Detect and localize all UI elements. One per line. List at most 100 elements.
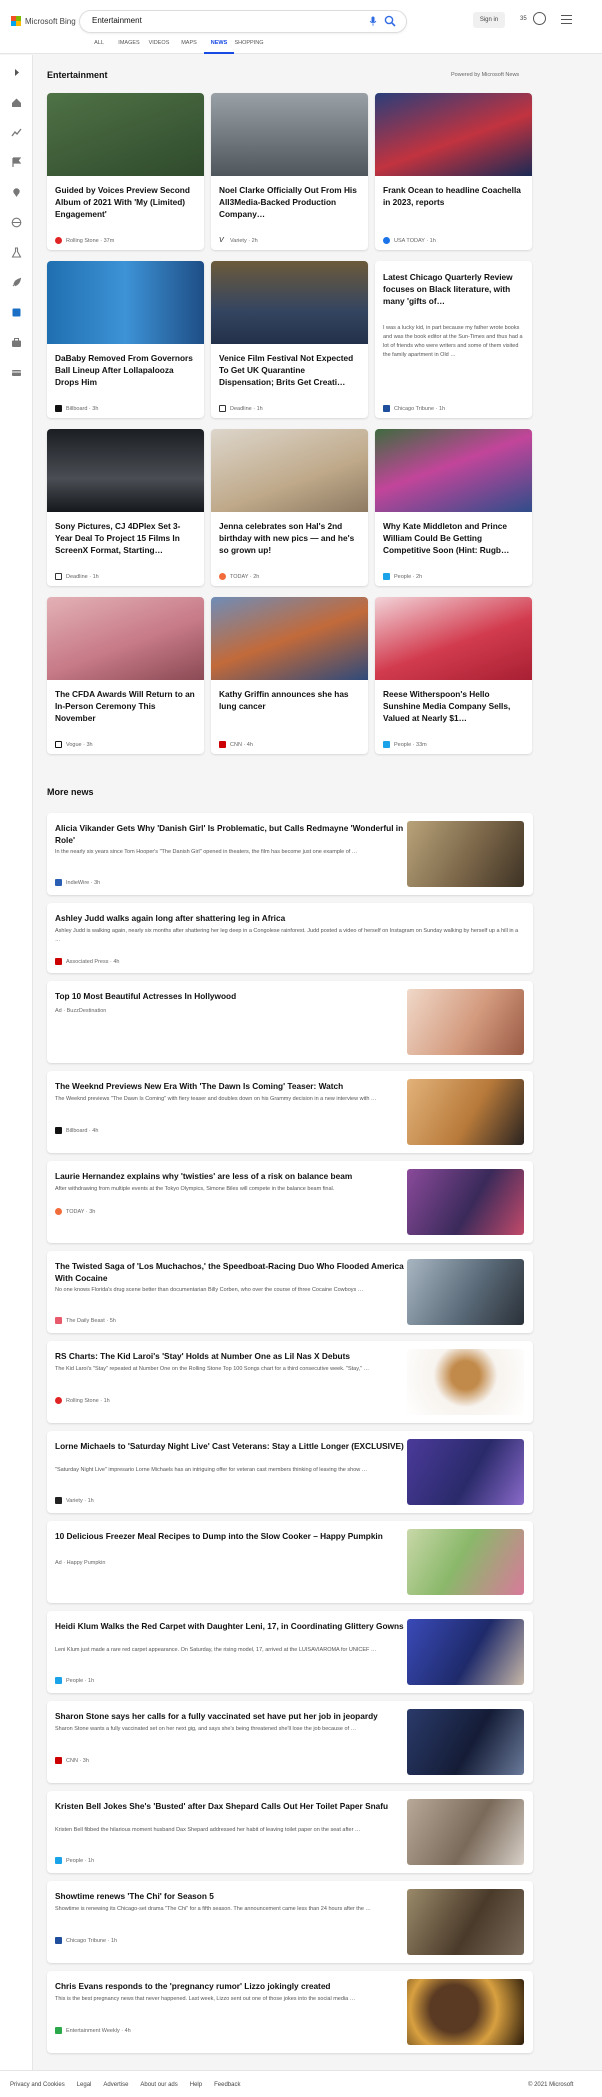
news-list-item[interactable]: Sharon Stone says her calls for a fully …	[47, 1701, 533, 1783]
card-title[interactable]: Venice Film Festival Not Expected To Get…	[219, 352, 361, 388]
globe-icon[interactable]	[11, 217, 22, 228]
news-list-item[interactable]: The Twisted Saga of 'Los Muchachos,' the…	[47, 1251, 533, 1333]
footer-link-legal[interactable]: Legal	[77, 2082, 92, 2088]
news-card[interactable]: Guided by Voices Preview Second Album of…	[47, 93, 204, 250]
news-card[interactable]: Venice Film Festival Not Expected To Get…	[211, 261, 368, 418]
trending-icon[interactable]	[11, 127, 22, 138]
news-list-item[interactable]: Alicia Vikander Gets Why 'Danish Girl' I…	[47, 813, 533, 895]
rewards-medal-icon[interactable]	[533, 12, 546, 25]
search-icon[interactable]	[384, 15, 396, 27]
card-title[interactable]: Guided by Voices Preview Second Album of…	[55, 184, 197, 220]
business-briefcase-icon[interactable]	[11, 337, 22, 348]
technology-rocket-icon[interactable]	[11, 277, 22, 288]
news-card[interactable]: Frank Ocean to headline Coachella in 202…	[375, 93, 532, 250]
news-list-item[interactable]: Chris Evans responds to the 'pregnancy r…	[47, 1971, 533, 2053]
item-title[interactable]: 10 Delicious Freezer Meal Recipes to Dum…	[55, 1530, 405, 1542]
news-list-item[interactable]: RS Charts: The Kid Laroi's 'Stay' Holds …	[47, 1341, 533, 1423]
footer-link-help[interactable]: Help	[190, 2082, 202, 2088]
footer-link-privacy[interactable]: Privacy and Cookies	[10, 2082, 65, 2088]
tab-images[interactable]: IMAGES	[114, 40, 144, 54]
card-title[interactable]: Noel Clarke Officially Out From His All3…	[219, 184, 361, 220]
search-box[interactable]: Entertainment	[80, 11, 406, 32]
item-title[interactable]: Laurie Hernandez explains why 'twisties'…	[55, 1170, 405, 1182]
expand-chevron-icon[interactable]	[11, 67, 22, 78]
card-source: Chicago Tribune · 1h	[383, 405, 445, 412]
card-source: People · 2h	[383, 573, 422, 580]
item-source: Associated Press · 4h	[55, 958, 120, 965]
rewards-points[interactable]: 35	[520, 16, 527, 22]
flag-icon[interactable]	[11, 157, 22, 168]
item-title[interactable]: RS Charts: The Kid Laroi's 'Stay' Holds …	[55, 1350, 405, 1362]
item-title[interactable]: Lorne Michaels to 'Saturday Night Live' …	[55, 1440, 405, 1452]
powered-by[interactable]: Powered by Microsoft News	[451, 72, 519, 78]
card-title[interactable]: The CFDA Awards Will Return to an In-Per…	[55, 688, 197, 724]
item-title[interactable]: Chris Evans responds to the 'pregnancy r…	[55, 1980, 405, 1992]
news-card[interactable]: Why Kate Middleton and Prince William Co…	[375, 429, 532, 586]
item-title[interactable]: Alicia Vikander Gets Why 'Danish Girl' I…	[55, 822, 405, 846]
news-list-item[interactable]: Lorne Michaels to 'Saturday Night Live' …	[47, 1431, 533, 1513]
card-image	[375, 597, 532, 680]
tab-shopping[interactable]: SHOPPING	[234, 40, 264, 54]
item-title[interactable]: Ashley Judd walks again long after shatt…	[55, 912, 405, 924]
sports-icon[interactable]	[11, 367, 22, 378]
tab-news[interactable]: NEWS	[204, 40, 234, 54]
bing-logo[interactable]: Microsoft Bing	[11, 16, 76, 26]
card-title[interactable]: Kathy Griffin announces she has lung can…	[219, 688, 361, 712]
news-list-item[interactable]: Kristen Bell Jokes She's 'Busted' after …	[47, 1791, 533, 1873]
card-image	[47, 429, 204, 512]
card-title[interactable]: Sony Pictures, CJ 4DPlex Set 3-Year Deal…	[55, 520, 197, 556]
news-card[interactable]: Latest Chicago Quarterly Review focuses …	[375, 261, 532, 418]
publisher-logo-icon	[55, 1497, 62, 1504]
item-thumbnail	[407, 989, 524, 1055]
item-title[interactable]: Heidi Klum Walks the Red Carpet with Dau…	[55, 1620, 405, 1632]
news-list-item[interactable]: Showtime renews 'The Chi' for Season 5 S…	[47, 1881, 533, 1963]
card-title[interactable]: DaBaby Removed From Governors Ball Lineu…	[55, 352, 197, 388]
card-title[interactable]: Why Kate Middleton and Prince William Co…	[383, 520, 525, 556]
home-icon[interactable]	[11, 97, 22, 108]
footer-links: Privacy and Cookies Legal Advertise Abou…	[10, 2082, 252, 2088]
publisher-logo-icon	[55, 405, 62, 412]
item-title[interactable]: Showtime renews 'The Chi' for Season 5	[55, 1890, 405, 1902]
tab-all[interactable]: ALL	[84, 40, 114, 54]
sign-in-button[interactable]: Sign in	[473, 12, 505, 28]
news-list-item[interactable]: Ashley Judd walks again long after shatt…	[47, 903, 533, 973]
card-source: People · 33m	[383, 741, 427, 748]
footer-link-advertise[interactable]: Advertise	[103, 2082, 128, 2088]
ad-list-item[interactable]: 10 Delicious Freezer Meal Recipes to Dum…	[47, 1521, 533, 1603]
hamburger-menu-icon[interactable]	[561, 15, 572, 24]
news-card[interactable]: Sony Pictures, CJ 4DPlex Set 3-Year Deal…	[47, 429, 204, 586]
news-card[interactable]: Kathy Griffin announces she has lung can…	[211, 597, 368, 754]
microphone-icon[interactable]	[368, 16, 378, 26]
item-title[interactable]: The Weeknd Previews New Era With 'The Da…	[55, 1080, 405, 1092]
card-title[interactable]: Jenna celebrates son Hal's 2nd birthday …	[219, 520, 361, 556]
entertainment-film-icon[interactable]	[11, 307, 22, 318]
tab-videos[interactable]: VIDEOS	[144, 40, 174, 54]
news-card[interactable]: Noel Clarke Officially Out From His All3…	[211, 93, 368, 250]
tab-maps[interactable]: MAPS	[174, 40, 204, 54]
ad-source: Ad · BuzzDestination	[55, 1008, 107, 1014]
news-list-item[interactable]: Heidi Klum Walks the Red Carpet with Dau…	[47, 1611, 533, 1693]
search-input[interactable]: Entertainment	[92, 16, 142, 25]
item-title[interactable]: Kristen Bell Jokes She's 'Busted' after …	[55, 1800, 405, 1812]
item-title[interactable]: Sharon Stone says her calls for a fully …	[55, 1710, 405, 1722]
card-title[interactable]: Frank Ocean to headline Coachella in 202…	[383, 184, 525, 208]
footer-link-feedback[interactable]: Feedback	[214, 2082, 240, 2088]
news-card[interactable]: Jenna celebrates son Hal's 2nd birthday …	[211, 429, 368, 586]
item-title[interactable]: The Twisted Saga of 'Los Muchachos,' the…	[55, 1260, 405, 1284]
publisher-logo-icon	[55, 1937, 62, 1944]
item-title[interactable]: Top 10 Most Beautiful Actresses In Holly…	[55, 990, 405, 1002]
card-title[interactable]: Reese Witherspoon's Hello Sunshine Media…	[383, 688, 525, 724]
news-card[interactable]: Reese Witherspoon's Hello Sunshine Media…	[375, 597, 532, 754]
news-list-item[interactable]: The Weeknd Previews New Era With 'The Da…	[47, 1071, 533, 1153]
news-card[interactable]: The CFDA Awards Will Return to an In-Per…	[47, 597, 204, 754]
location-pin-icon[interactable]	[11, 187, 22, 198]
footer-link-about-ads[interactable]: About our ads	[140, 2082, 177, 2088]
science-flask-icon[interactable]	[11, 247, 22, 258]
ad-list-item[interactable]: Top 10 Most Beautiful Actresses In Holly…	[47, 981, 533, 1063]
news-card[interactable]: DaBaby Removed From Governors Ball Lineu…	[47, 261, 204, 418]
card-image	[375, 93, 532, 176]
page-footer: Privacy and Cookies Legal Advertise Abou…	[0, 2070, 602, 2097]
news-list-item[interactable]: Laurie Hernandez explains why 'twisties'…	[47, 1161, 533, 1243]
card-title[interactable]: Latest Chicago Quarterly Review focuses …	[383, 271, 525, 307]
publisher-logo-icon	[383, 405, 390, 412]
